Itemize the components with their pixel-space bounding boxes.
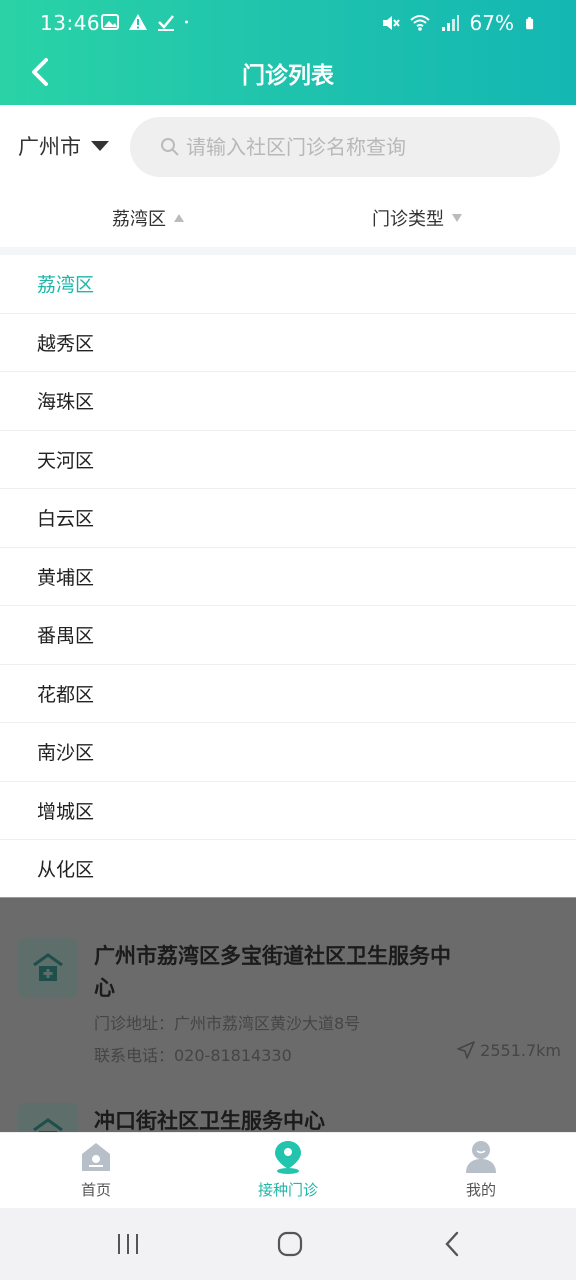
clinic-icon — [18, 938, 78, 998]
triangle-down-icon — [452, 214, 462, 222]
clinic-name: 广州市荔湾区多宝街道社区卫生服务中心 — [94, 944, 451, 1000]
check-icon — [158, 15, 174, 31]
city-selector[interactable]: 广州市 — [18, 131, 109, 161]
clinic-card[interactable]: 广州市荔湾区多宝街道社区卫生服务中心 门诊地址：广州市荔湾区黄沙大道8号 联系电… — [18, 938, 563, 1068]
tab-clinics[interactable]: 接种门诊 — [228, 1139, 348, 1200]
caret-down-icon — [91, 141, 109, 151]
tab-home[interactable]: 首页 — [36, 1139, 156, 1200]
search-input[interactable] — [186, 135, 546, 159]
status-left-icons — [100, 12, 194, 32]
clinic-name: 冲口街社区卫生服务中心 — [94, 1109, 325, 1132]
page-title: 门诊列表 — [242, 63, 334, 89]
tab-profile-label: 我的 — [465, 1181, 496, 1199]
clinic-card[interactable]: 冲口街社区卫生服务中心 — [18, 1103, 563, 1132]
distance-value: 2551.7km — [480, 1040, 561, 1060]
home-icon — [82, 1143, 110, 1171]
warning-icon — [129, 14, 147, 30]
triangle-up-icon — [174, 214, 184, 222]
search-icon — [161, 138, 179, 156]
wifi-icon — [409, 15, 430, 31]
district-item[interactable]: 海珠区 — [0, 372, 576, 431]
district-item[interactable]: 越秀区 — [0, 314, 576, 372]
district-filter-label: 荔湾区 — [112, 209, 166, 230]
district-item[interactable]: 南沙区 — [0, 723, 576, 782]
search-box[interactable] — [130, 117, 560, 177]
recent-apps-button[interactable] — [108, 1228, 148, 1260]
tab-profile[interactable]: 我的 — [421, 1139, 541, 1200]
clinic-type-filter-label: 门诊类型 — [372, 209, 444, 230]
system-nav-bar — [0, 1208, 576, 1280]
mute-icon — [382, 16, 400, 30]
location-pin-icon — [275, 1141, 301, 1174]
signal-icon — [441, 15, 459, 31]
image-icon — [101, 14, 119, 30]
battery-icon — [526, 17, 534, 30]
filter-row: 荔湾区 门诊类型 — [0, 191, 576, 247]
clinic-type-filter-tab[interactable]: 门诊类型 — [372, 205, 462, 231]
search-row: 广州市 — [0, 105, 576, 191]
status-time: 13:46 — [40, 11, 101, 35]
home-button[interactable] — [270, 1228, 310, 1260]
clinic-address: 门诊地址：广州市荔湾区黄沙大道8号 — [94, 1014, 361, 1033]
clinic-icon — [18, 1103, 78, 1132]
dot-icon — [185, 20, 188, 24]
back-nav-button[interactable] — [432, 1228, 472, 1260]
district-item[interactable]: 增城区 — [0, 782, 576, 840]
district-item[interactable]: 天河区 — [0, 431, 576, 489]
home-circle-icon — [277, 1231, 303, 1257]
recent-apps-icon — [118, 1234, 138, 1254]
city-label: 广州市 — [18, 135, 81, 159]
clinic-distance: 2551.7km — [456, 1040, 561, 1060]
district-item[interactable]: 花都区 — [0, 665, 576, 723]
battery-percent: 67% — [469, 11, 514, 35]
district-item[interactable]: 黄埔区 — [0, 548, 576, 606]
navigation-arrow-icon — [457, 1041, 475, 1059]
back-arrow-icon — [445, 1231, 459, 1257]
district-item[interactable]: 白云区 — [0, 489, 576, 548]
dropdown-overlay[interactable]: 广州市荔湾区多宝街道社区卫生服务中心 门诊地址：广州市荔湾区黄沙大道8号 联系电… — [0, 897, 576, 1132]
user-icon — [466, 1141, 496, 1173]
status-bar: 13:46 67% — [0, 0, 576, 48]
tab-home-label: 首页 — [80, 1181, 111, 1199]
bottom-tab-bar: 首页 接种门诊 我的 — [0, 1132, 576, 1208]
district-dropdown-list: 荔湾区 越秀区 海珠区 天河区 白云区 黄埔区 番禺区 花都区 南沙区 增城区 … — [0, 255, 576, 899]
district-item[interactable]: 从化区 — [0, 840, 576, 899]
tab-clinics-label: 接种门诊 — [257, 1181, 318, 1199]
clinic-phone: 联系电话：020-81814330 — [94, 1046, 292, 1065]
district-filter-tab[interactable]: 荔湾区 — [112, 205, 184, 231]
title-row: 门诊列表 — [0, 48, 576, 96]
district-item[interactable]: 番禺区 — [0, 606, 576, 665]
status-right: 67% — [380, 11, 538, 35]
app-header: 13:46 67% 门诊列表 — [0, 0, 576, 105]
district-item[interactable]: 荔湾区 — [0, 255, 576, 314]
divider — [0, 247, 576, 255]
